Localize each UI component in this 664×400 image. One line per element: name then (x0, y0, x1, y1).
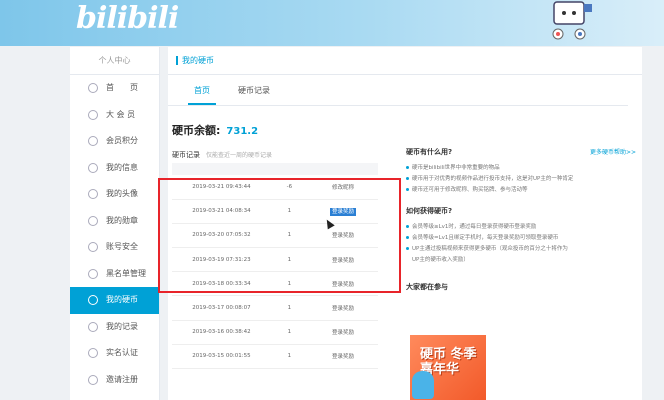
sidebar-item-label: 会员积分 (106, 136, 138, 145)
sidebar-item-home[interactable]: 首 页 (70, 75, 159, 102)
coin-use-heading: 硬币有什么用? 更多硬币帮助>> (406, 147, 636, 159)
sidebar: 个人中心 首 页 大 会 员 会员积分 我的信息 我的头像 我的勋章 账号安全 … (70, 47, 160, 400)
coin-balance: 硬币余额: 731.2 (172, 122, 258, 138)
table-row: 2019-03-17 00:08:07 1 登录奖励 (172, 295, 378, 321)
list-item: 会员等级≥Lv1时，通过每日登录获得硬币登录奖励 (406, 222, 636, 233)
record-icon (88, 321, 98, 332)
sidebar-item-label: 首 页 (106, 83, 138, 92)
event-banner[interactable]: 硬币 冬季 嘉年华 (410, 335, 486, 400)
breadcrumb-label: 我的硬币 (182, 56, 214, 65)
sidebar-item-label: 我的头像 (106, 189, 138, 198)
table-row: 2019-03-16 00:38:42 1 登录奖励 (172, 320, 378, 345)
home-icon (88, 83, 98, 93)
sidebar-item-realname[interactable]: 实名认证 (70, 340, 159, 367)
sidebar-item-coins[interactable]: 我的硬币 (70, 287, 159, 314)
list-item: 会员等级=Lv1且绑定手机时，每天登录奖励可领取登录硬币 (406, 233, 636, 244)
avatar-icon (88, 189, 98, 199)
list-item: UP主通过投稿视频来获得更多硬币（观众投币的百分之十将作为 (406, 244, 636, 255)
record-time: 2019-03-15 00:01:55 (172, 344, 271, 370)
sidebar-item-vip[interactable]: 大 会 员 (70, 102, 159, 129)
tab-home[interactable]: 首页 (188, 81, 216, 105)
vip-icon (88, 109, 98, 120)
record-change: 1 (270, 320, 308, 345)
record-time: 2019-03-16 00:38:42 (172, 320, 271, 345)
record-reason: 登录奖励 (307, 320, 378, 345)
balance-label: 硬币余额: (172, 124, 221, 137)
highlight-annotation-box (158, 178, 401, 293)
records-subtitle: 仅能查近一周的硬币记录 (206, 152, 273, 159)
table-header (172, 163, 378, 175)
coin-use-title: 硬币有什么用? (406, 148, 453, 156)
tab-coin-records[interactable]: 硬币记录 (234, 81, 274, 105)
record-change: 1 (270, 295, 308, 321)
join-heading: 大家都在参与 (406, 283, 448, 291)
record-time: 2019-03-17 00:08:07 (172, 295, 271, 321)
sidebar-item-invite[interactable]: 邀请注册 (70, 367, 159, 394)
breadcrumb: 我的硬币 (168, 47, 642, 75)
invite-icon (88, 374, 98, 385)
coin-icon (88, 295, 98, 305)
sidebar-item-label: 我的硬币 (106, 295, 138, 304)
medal-icon (88, 215, 98, 226)
sidebar-item-records[interactable]: 我的记录 (70, 314, 159, 341)
points-icon (88, 136, 98, 146)
bilibili-logo[interactable]: bilibili (76, 1, 179, 36)
sidebar-item-avatar[interactable]: 我的头像 (70, 181, 159, 208)
realname-icon (88, 348, 98, 358)
sidebar-item-profile[interactable]: 我的信息 (70, 155, 159, 182)
sidebar-item-points[interactable]: 会员积分 (70, 128, 159, 155)
sidebar-item-label: 我的信息 (106, 162, 138, 172)
mascot-icon (552, 1, 592, 40)
list-item: 硬币用于对优秀的视频作品进行投币支持，这是对UP主的一种肯定 (406, 174, 636, 185)
sidebar-item-label: 账号安全 (106, 242, 138, 251)
record-reason: 登录奖励 (307, 344, 378, 370)
profile-icon (88, 162, 98, 173)
sidebar-title: 个人中心 (70, 47, 159, 75)
mascot-character-icon (412, 371, 434, 399)
sidebar-item-label: 我的勋章 (106, 215, 138, 225)
sidebar-item-medal[interactable]: 我的勋章 (70, 208, 159, 235)
how-to-get-heading: 如何获得硬币? (406, 207, 453, 215)
sidebar-item-label: 实名认证 (106, 348, 138, 357)
list-item: 硬币还可用于修改昵称、购买铭牌、参与活动等 (406, 185, 636, 196)
shield-icon (88, 242, 98, 252)
list-item: UP主的硬币收入奖励） (412, 257, 469, 263)
record-reason: 登录奖励 (307, 295, 378, 321)
list-item: 硬币是bilibili世界中非常重要的物品 (406, 163, 636, 174)
sidebar-item-label: 黑名单管理 (106, 268, 146, 278)
more-help-link[interactable]: 更多硬币帮助>> (590, 147, 636, 156)
tab-divider (168, 105, 628, 106)
header-banner: bilibili (0, 0, 664, 46)
sidebar-item-label: 邀请注册 (106, 374, 138, 384)
table-row: 2019-03-15 00:01:55 1 登录奖励 (172, 344, 378, 370)
sidebar-item-label: 大 会 员 (106, 109, 136, 119)
help-panel: 硬币有什么用? 更多硬币帮助>> 硬币是bilibili世界中非常重要的物品 硬币… (406, 147, 636, 294)
blacklist-icon (88, 268, 98, 279)
records-title: 硬币记录 (172, 151, 200, 159)
sidebar-item-blacklist[interactable]: 黑名单管理 (70, 261, 159, 288)
sidebar-item-security[interactable]: 账号安全 (70, 234, 159, 261)
record-change: 1 (270, 344, 308, 370)
balance-value: 731.2 (226, 126, 259, 137)
sidebar-item-label: 我的记录 (106, 321, 138, 331)
